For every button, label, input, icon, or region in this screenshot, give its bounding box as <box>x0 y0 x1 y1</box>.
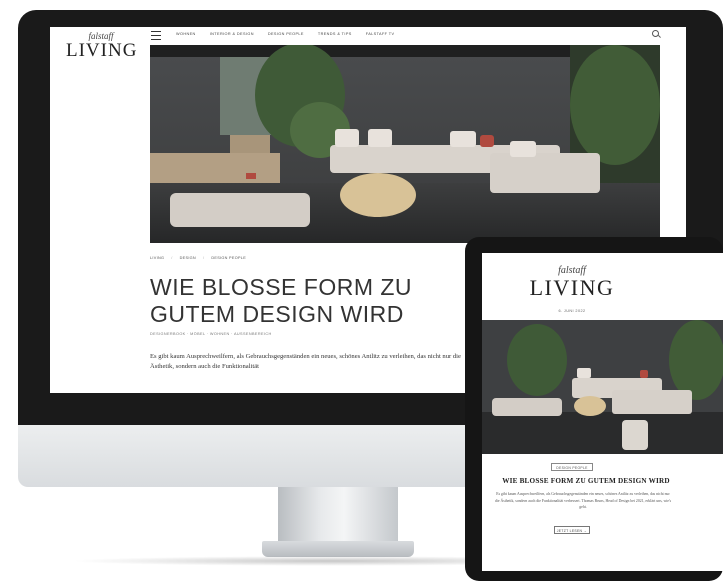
tablet-date: 6. JUNI 2022 <box>558 309 586 313</box>
tablet-lounge-photo <box>482 320 723 454</box>
nav-item-trends-tips[interactable]: TRENDS & TIPS <box>318 28 352 40</box>
lounge-photo <box>150 45 660 243</box>
tablet-screen: falstaff LIVING 6. JUNI 2022 DESIGN PEOP… <box>482 253 723 571</box>
logo-big-text: LIVING <box>66 40 138 61</box>
nav-item-design-people[interactable]: DESIGN PEOPLE <box>268 28 304 40</box>
tablet-category-badge[interactable]: DESIGN PEOPLE <box>551 463 593 471</box>
breadcrumb: LIVING / DESIGN / DESIGN PEOPLE <box>150 256 246 260</box>
tablet-article-intro: Es gibt kaum Ausprechweilfern, als Gebra… <box>494 492 672 509</box>
site-logo[interactable]: falstaff LIVING <box>66 31 136 61</box>
search-icon[interactable] <box>652 30 659 37</box>
breadcrumb-item[interactable]: DESIGN PEOPLE <box>211 256 246 260</box>
imac-stand <box>278 487 398 545</box>
nav-item-wohnen[interactable]: WOHNEN <box>176 28 196 40</box>
read-more-button[interactable]: JETZT LESEN → <box>554 526 590 534</box>
tablet-article-headline: WIE BLOSSE FORM ZU GUTEM DESIGN WIRD <box>502 477 670 485</box>
breadcrumb-separator: / <box>202 256 205 260</box>
imac-stand-base <box>262 541 414 557</box>
nav-item-interior-design[interactable]: INTERIOR & DESIGN <box>210 28 254 40</box>
breadcrumb-item[interactable]: LIVING <box>150 256 164 260</box>
article-tags: DESIGNERBOOK · MÖBEL · WOHNEN · AUSSENBE… <box>150 332 272 336</box>
hero-image <box>150 45 660 243</box>
main-navigation: WOHNEN INTERIOR & DESIGN DESIGN PEOPLE T… <box>176 28 394 40</box>
breadcrumb-separator: / <box>171 256 173 260</box>
article-headline: WIE BLOSSE FORM ZU GUTEM DESIGN WIRD <box>150 274 413 327</box>
nav-item-falstaff-tv[interactable]: FALSTAFF TV <box>366 28 395 40</box>
tablet-hero-image <box>482 320 723 454</box>
article-intro: Es gibt kaum Ausprechweilfern, als Gebra… <box>150 353 461 370</box>
tablet-site-logo[interactable]: falstaff LIVING <box>482 265 662 300</box>
tablet-logo-big-text: LIVING <box>529 275 615 300</box>
breadcrumb-item[interactable]: DESIGN <box>180 256 196 260</box>
hamburger-menu-icon[interactable] <box>151 31 161 40</box>
